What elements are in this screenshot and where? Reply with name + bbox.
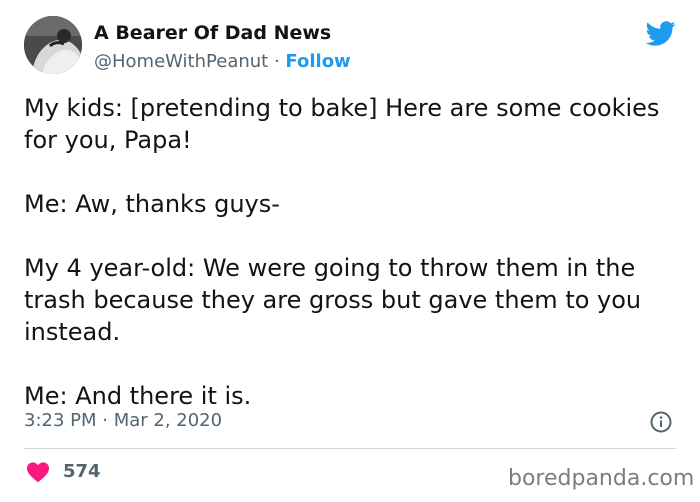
twitter-bird-icon[interactable] <box>644 18 678 48</box>
author-display-name[interactable]: A Bearer Of Dad News <box>94 22 331 44</box>
tweet-paragraph: My kids: [pretending to bake] Here are s… <box>24 94 660 154</box>
watermark: boredpanda.com <box>508 466 695 491</box>
tweet-paragraph: Me: Aw, thanks guys- <box>24 190 280 218</box>
tweet-paragraph: My 4 year-old: We were going to throw th… <box>24 254 642 346</box>
separator-dot: · <box>273 51 280 72</box>
divider <box>24 448 676 449</box>
follow-button[interactable]: Follow <box>285 51 350 72</box>
avatar-image <box>24 16 82 74</box>
like-count[interactable]: 574 <box>63 461 101 482</box>
info-icon[interactable] <box>650 411 672 433</box>
author-handle[interactable]: @HomeWithPeanut <box>94 51 268 72</box>
tweet-text: My kids: [pretending to bake] Here are s… <box>24 92 684 412</box>
heart-icon[interactable] <box>26 461 50 483</box>
avatar[interactable] <box>24 16 82 74</box>
tweet-timestamp[interactable]: 3:23 PM · Mar 2, 2020 <box>24 410 222 431</box>
author-handle-row: @HomeWithPeanut · Follow <box>94 51 351 72</box>
tweet-paragraph: Me: And there it is. <box>24 382 252 410</box>
